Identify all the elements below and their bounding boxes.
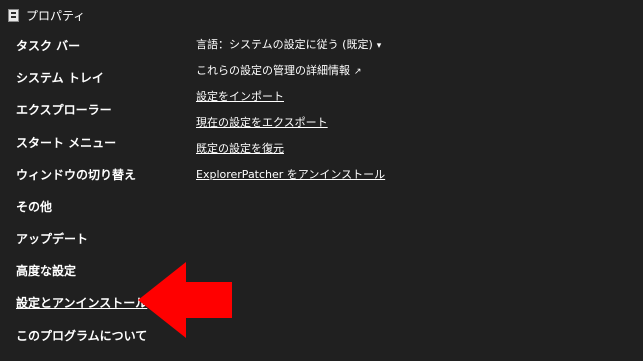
chevron-down-icon: ▾: [376, 41, 382, 51]
import-settings-link[interactable]: 設定をインポート: [196, 88, 284, 104]
sidebar-item-update[interactable]: アップデート: [16, 230, 88, 247]
red-arrow-annotation: [138, 262, 232, 338]
uninstall-link[interactable]: ExplorerPatcher をアンインストール: [196, 166, 385, 182]
sidebar-item-advanced[interactable]: 高度な設定: [16, 262, 76, 279]
language-label: 言語：システムの設定に従う (既定): [196, 38, 373, 51]
sidebar-item-start-menu[interactable]: スタート メニュー: [16, 134, 116, 151]
external-link-icon: ↗: [354, 67, 362, 77]
title-bar: プロパティ: [0, 0, 643, 30]
sidebar-item-other[interactable]: その他: [16, 198, 52, 215]
sidebar-item-taskbar[interactable]: タスク バー: [16, 37, 80, 54]
export-settings-link[interactable]: 現在の設定をエクスポート: [196, 114, 328, 130]
sidebar-item-settings-uninstall[interactable]: 設定とアンインストール: [16, 294, 147, 311]
sidebar-item-about[interactable]: このプログラムについて: [16, 327, 147, 344]
app-icon: [8, 9, 19, 22]
window-title: プロパティ: [26, 9, 86, 23]
sidebar-item-system-tray[interactable]: システム トレイ: [16, 69, 104, 86]
manage-settings-link[interactable]: これらの設定の管理の詳細情報 ↗: [196, 62, 362, 78]
properties-window: プロパティ タスク バー システム トレイ エクスプローラー スタート メニュー…: [0, 0, 643, 361]
manage-settings-label: これらの設定の管理の詳細情報: [196, 64, 350, 77]
sidebar-item-explorer[interactable]: エクスプローラー: [16, 101, 112, 118]
red-arrow-icon: [138, 262, 232, 338]
language-dropdown[interactable]: 言語：システムの設定に従う (既定) ▾: [196, 36, 381, 52]
sidebar-item-window-switcher[interactable]: ウィンドウの切り替え: [16, 166, 136, 183]
restore-defaults-link[interactable]: 既定の設定を復元: [196, 140, 284, 156]
